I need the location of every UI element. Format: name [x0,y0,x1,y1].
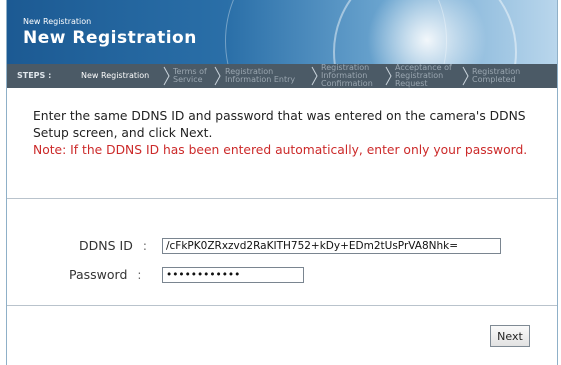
step-label: New Registration [81,71,150,80]
step-label: Acceptance of Registration Request [395,63,452,88]
step-acceptance-of-registration-request: Acceptance of Registration Request [395,64,452,88]
divider [7,198,557,199]
step-separator-icon [462,66,470,86]
next-button[interactable]: Next [490,325,530,347]
step-label: Terms of Service [173,67,207,84]
decorative-glow [367,0,487,64]
instruction-note: Note: If the DDNS ID has been entered au… [33,143,528,157]
step-label: Registration Completed [472,67,521,84]
ddns-id-input[interactable] [162,238,501,254]
registration-window: New Registration New Registration STEPS … [6,0,558,365]
instructions: Enter the same DDNS ID and password that… [33,108,533,159]
step-label: Registration Information Entry [225,67,296,84]
step-registration-information-entry: Registration Information Entry [225,64,295,88]
header-banner: New Registration New Registration [7,0,557,64]
step-new-registration: New Registration [81,64,149,88]
page-title: New Registration [23,28,197,48]
password-label: Password [69,267,128,282]
step-registration-information-confirmation: Registration Information Confirmation [321,64,373,88]
password-row: Password : [69,267,141,282]
main-content: Enter the same DDNS ID and password that… [7,88,557,365]
header-subtitle: New Registration [23,17,92,26]
step-label: Registration Information Confirmation [321,63,373,88]
ddns-id-row: DDNS ID : [79,238,147,253]
steps-label: STEPS : [17,71,52,80]
password-colon: : [137,267,142,282]
steps-bar: STEPS : New Registration Terms of Servic… [7,64,557,88]
password-input[interactable] [162,267,304,283]
step-terms-of-service: Terms of Service [173,64,207,88]
step-separator-icon [385,66,393,86]
divider [7,305,557,306]
step-registration-completed: Registration Completed [472,64,520,88]
step-separator-icon [163,66,171,86]
step-separator-icon [214,66,222,86]
ddns-id-colon: : [142,238,147,253]
step-separator-icon [311,66,319,86]
instruction-text: Enter the same DDNS ID and password that… [33,109,526,140]
ddns-id-label: DDNS ID [79,238,133,253]
